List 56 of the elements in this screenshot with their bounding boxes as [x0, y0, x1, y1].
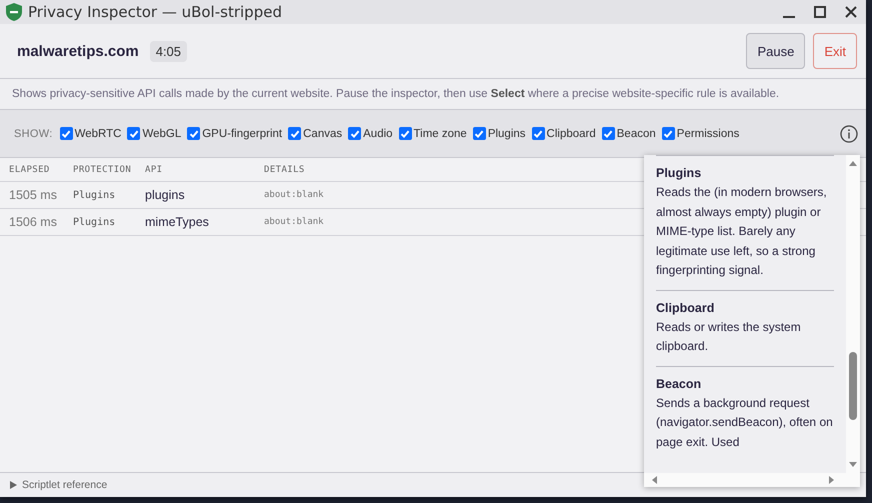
filter-label: GPU-fingerprint [202, 128, 282, 140]
checkbox[interactable] [348, 127, 362, 140]
checkbox[interactable] [288, 127, 302, 140]
checkbox[interactable] [60, 127, 73, 140]
caret-icon [10, 481, 17, 489]
scrollbar-thumb[interactable] [849, 352, 857, 420]
table-cell-text: plugins [145, 188, 186, 202]
filter-label: Audio [363, 128, 393, 140]
exit-button[interactable]: Exit [813, 33, 857, 69]
checkbox[interactable] [662, 127, 675, 140]
close-icon[interactable] [844, 5, 858, 19]
window-title: Privacy Inspector — uBol-stripped [28, 3, 282, 21]
column-header: PROTECTION [73, 164, 132, 174]
table-cell-text: Plugins [73, 216, 116, 228]
checkbox[interactable] [532, 127, 545, 140]
show-label: SHOW: [14, 128, 53, 140]
column-header: API [145, 164, 164, 174]
table-cell: about:blank [264, 217, 324, 227]
scroll-down-icon[interactable] [848, 461, 858, 469]
entry-title: Clipboard [656, 300, 716, 314]
shield-icon [6, 3, 22, 21]
timer-badge: 4:05 [150, 40, 188, 62]
checkbox[interactable] [187, 127, 200, 140]
horizontal-scrollbar[interactable] [644, 473, 860, 487]
entry-title: Plugins [656, 166, 702, 180]
filter-label: WebRTC [74, 128, 122, 140]
checkbox[interactable] [472, 127, 486, 140]
table-cell-text: 1506 ms [9, 215, 58, 229]
column-header: DETAILS [264, 164, 305, 174]
entry-description: Reads or writes the system clipboard. [656, 318, 802, 355]
filter-label: WebGL [142, 128, 182, 140]
scroll-left-icon[interactable] [650, 475, 658, 485]
checkbox[interactable] [398, 127, 412, 140]
table-cell-text: Plugins [73, 190, 116, 200]
entry-description: Sends a background request (navigator.sendBeacon), often on page exit. Used [656, 394, 834, 450]
entry-title: Beacon [656, 376, 702, 390]
filter-label: Beacon [616, 128, 656, 140]
table-cell: about:blank [264, 190, 324, 200]
entry-description: Reads the (in modern browsers, almost always empty) plugin or MIME-type list. Barely any legitimate use left, so a strong fingerprinting signal. [656, 184, 828, 279]
pause-button[interactable]: Pause [746, 33, 806, 69]
site-name: malwaretips.com [17, 42, 139, 60]
filter-label: Clipboard [546, 128, 596, 140]
scroll-right-icon[interactable] [828, 475, 836, 485]
scriptlet-reference-toggle[interactable]: Scriptlet reference [10, 479, 108, 491]
filter-label: Time zone [414, 128, 467, 140]
table-cell-text: mimeTypes [145, 215, 210, 229]
checkbox[interactable] [602, 127, 615, 140]
filter-label: Permissions [676, 128, 740, 140]
column-header: ELAPSED [9, 164, 51, 174]
maximize-icon[interactable] [813, 5, 827, 19]
filter-label: Plugins [488, 128, 526, 140]
table-cell-text: 1505 ms [9, 188, 58, 202]
filter-label: Canvas [303, 128, 342, 140]
vertical-scrollbar[interactable] [846, 155, 860, 473]
checkbox[interactable] [127, 127, 140, 140]
info-icon[interactable] [840, 124, 858, 142]
